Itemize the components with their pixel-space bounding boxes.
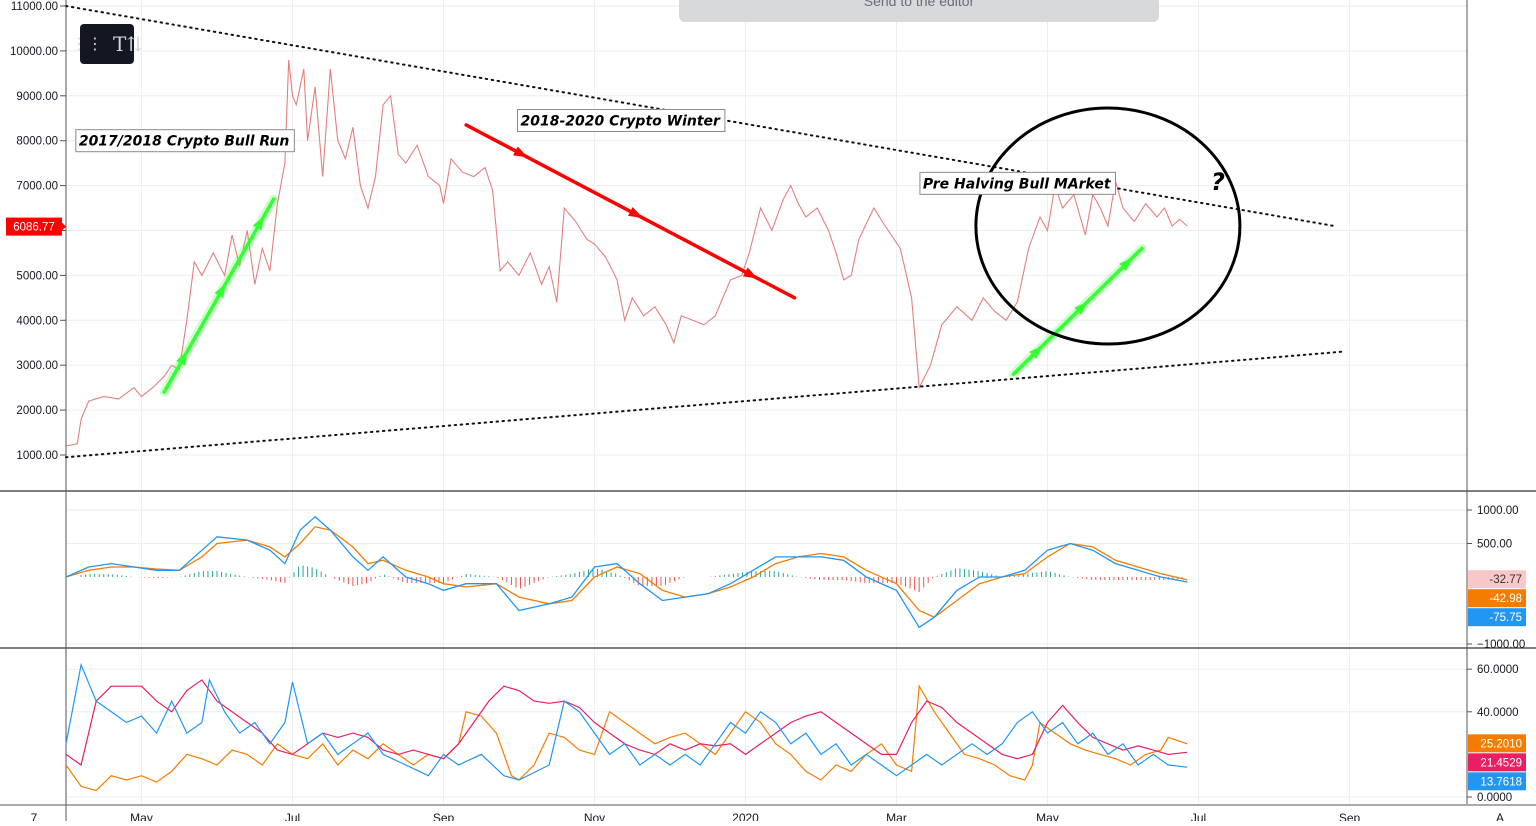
value-badge: -32.77 (1468, 570, 1526, 589)
annotation-label[interactable]: 2017/2018 Crypto Bull Run (75, 129, 295, 153)
y-tick-label: 0.0000 (1477, 792, 1512, 804)
value-badge: -42.98 (1468, 589, 1526, 608)
send-to-editor-banner[interactable]: Send to the editor (679, 0, 1159, 22)
y-tick-label: 40.0000 (1477, 707, 1519, 719)
drawing-toolbar[interactable]: ⋮⋮ T⇅ (71, 24, 143, 64)
value-badge-text: 13.7618 (1480, 776, 1522, 788)
x-tick-label: 7 (31, 811, 38, 821)
drag-handle-icon[interactable]: ⋮⋮ (71, 36, 103, 52)
x-tick-label: A (1496, 811, 1504, 821)
y-tick-label: 10000.00 (10, 46, 58, 58)
di-plus-line[interactable] (65, 662, 1188, 781)
value-badge: 21.4529 (1468, 753, 1526, 772)
y-tick-label: 1000.00 (16, 450, 58, 462)
last-price-badge: 6086.77 (6, 217, 66, 236)
value-badge: -75.75 (1468, 608, 1526, 627)
time-axis[interactable]: 7 May Jul Sep Nov 2020 Mar May Jul Sep A (31, 811, 1504, 825)
x-tick-label: Mar (886, 811, 907, 821)
trendline[interactable] (65, 350, 1343, 459)
y-tick-label: 9000.00 (16, 91, 58, 103)
y-tick-label: 8000.00 (16, 136, 58, 148)
value-badge: 25.2010 (1468, 734, 1526, 753)
annotation-label-text: Pre Halving Bull MArket (923, 176, 1112, 192)
x-tick-label: Sep (433, 811, 455, 821)
dmi-panel[interactable] (65, 662, 1188, 792)
y-tick-label: 11000.00 (11, 1, 58, 13)
x-tick-label: Jul (1191, 811, 1206, 821)
value-badge-text: -32.77 (1489, 574, 1522, 586)
last-price-badge-pointer (62, 222, 66, 231)
annotation-label-text: 2017/2018 Crypto Bull Run (79, 134, 290, 150)
y-tick-label: 7000.00 (16, 181, 58, 193)
x-tick-label: 2020 (732, 811, 759, 821)
price-axis[interactable]: 11000.0010000.009000.008000.007000.00600… (6, 1, 1526, 804)
macd-panel[interactable] (65, 515, 1188, 629)
x-tick-label: Sep (1339, 811, 1361, 821)
arrow-barb (628, 206, 643, 218)
annotation-label[interactable]: Pre Halving Bull MArket (919, 171, 1117, 195)
value-badge: 13.7618 (1468, 772, 1526, 791)
y-tick-label: 1000.00 (1477, 505, 1519, 517)
green-up-arrow[interactable] (159, 194, 279, 397)
price-scale-column (1467, 0, 1536, 821)
grid (66, 0, 1467, 804)
adx-line[interactable] (65, 684, 1188, 792)
y-tick-label: 5000.00 (16, 270, 58, 282)
value-badge-text: 21.4529 (1480, 757, 1522, 769)
arrow-line (162, 197, 276, 394)
arrow-barb (513, 146, 528, 158)
value-badge-text: -42.98 (1489, 593, 1522, 605)
last-price-value: 6086.77 (13, 222, 55, 234)
text-tool-icon[interactable]: T⇅ (113, 34, 143, 54)
di-minus-line[interactable] (65, 679, 1188, 766)
question-mark: ? (1211, 168, 1225, 196)
macd-line[interactable] (65, 515, 1188, 629)
y-tick-label: 4000.00 (16, 315, 58, 327)
value-badge-text: -75.75 (1489, 612, 1522, 624)
chart-window: 7 May Jul Sep Nov 2020 Mar May Jul Sep A ? 2017/201… (0, 0, 1536, 825)
value-badge-text: 25.2010 (1480, 738, 1522, 750)
annotation-label-text: 2018-2020 Crypto Winter (521, 113, 722, 129)
x-tick-label: May (1036, 811, 1059, 821)
y-tick-label: 3000.00 (16, 360, 58, 372)
y-tick-label: −1000.00 (1477, 639, 1525, 651)
x-tick-label: May (130, 811, 153, 821)
annotation-label[interactable]: 2018-2020 Crypto Winter (517, 108, 726, 132)
y-tick-label: 500.00 (1477, 539, 1512, 551)
banner-text: Send to the editor (863, 0, 975, 9)
y-tick-label: 60.0000 (1477, 664, 1519, 676)
drawings-layer[interactable]: ? 2017/2018 Crypto Bull Run 2018-2020 Cryp… (65, 5, 1343, 459)
y-tick-label: 2000.00 (16, 405, 58, 417)
green-up-arrow[interactable] (1009, 243, 1147, 379)
chart-canvas: 7 May Jul Sep Nov 2020 Mar May Jul Sep A ? 2017/201… (0, 0, 1536, 825)
x-tick-label: Jul (285, 811, 300, 821)
x-tick-label: Nov (584, 811, 605, 821)
